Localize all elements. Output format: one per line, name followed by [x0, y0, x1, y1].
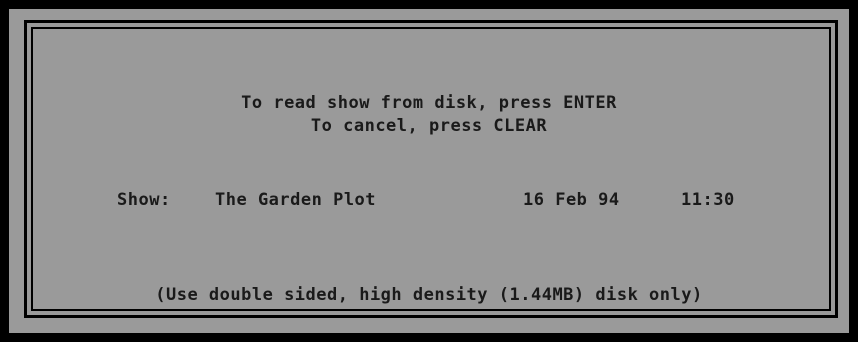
- cancel-instruction-text: To cancel, press CLEAR: [310, 116, 548, 136]
- dialog-inner-border: [31, 27, 831, 311]
- read-instruction-text: To read show from disk, press ENTER: [241, 93, 617, 113]
- screen: To read show from disk, press ENTER To c…: [0, 0, 858, 342]
- show-time: 11:30: [681, 190, 735, 210]
- show-label: Show:: [117, 190, 171, 210]
- disk-requirement-note: (Use double sided, high density (1.44MB)…: [155, 285, 703, 305]
- show-date: 16 Feb 94: [523, 190, 620, 210]
- show-title: The Garden Plot: [215, 190, 377, 210]
